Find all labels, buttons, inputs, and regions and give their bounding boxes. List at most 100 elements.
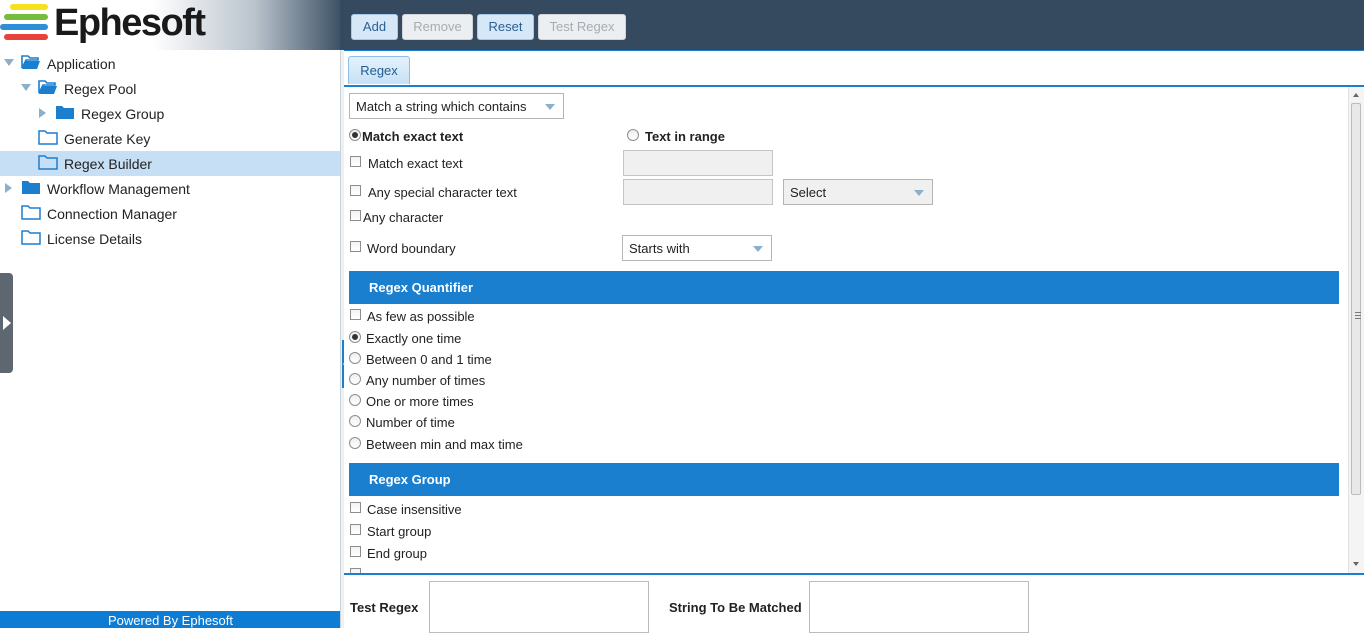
test-regex-input[interactable]: [429, 581, 649, 633]
logo-stripe-yellow-icon: [10, 4, 48, 10]
word-boundary-label: Word boundary: [367, 241, 456, 256]
word-boundary-select[interactable]: Starts with: [622, 235, 772, 261]
folder-outline-icon: [38, 155, 58, 170]
test-regex-button[interactable]: Test Regex: [538, 14, 626, 40]
test-regex-label: Test Regex: [350, 600, 419, 615]
tree-item-workflow-management[interactable]: Workflow Management: [0, 176, 340, 201]
word-boundary-select-value: Starts with: [629, 241, 690, 256]
tab-regex[interactable]: Regex: [348, 56, 410, 84]
quantifier-option-label: Exactly one time: [366, 331, 462, 346]
quantifier-radio[interactable]: [349, 352, 361, 364]
special-character-input[interactable]: [623, 179, 773, 205]
scroll-down-icon[interactable]: [1353, 562, 1359, 566]
mode-range-radio[interactable]: [627, 129, 639, 141]
special-character-select[interactable]: Select: [783, 179, 933, 205]
quantifier-option-label: Any number of times: [366, 373, 486, 388]
regex-builder-form: Match a string which contains Match exac…: [344, 87, 1364, 573]
group-option-label: End group: [367, 546, 427, 561]
end-group-checkbox[interactable]: [350, 546, 361, 557]
special-character-label: Any special character text: [368, 185, 517, 200]
quantifier-option-label: Between 0 and 1 time: [366, 352, 492, 367]
regex-quantifier-header: Regex Quantifier: [349, 271, 1339, 304]
match-exact-text-label: Match exact text: [368, 156, 463, 171]
collapse-arrow-icon[interactable]: [5, 183, 12, 193]
mode-range-label: Text in range: [645, 129, 725, 144]
tree-label: Connection Manager: [47, 206, 177, 222]
section-title: Regex Quantifier: [369, 280, 474, 295]
tree-label: License Details: [47, 231, 142, 247]
folder-open-icon: [38, 80, 57, 94]
mode-exact-radio[interactable]: [349, 129, 361, 141]
tree-item-connection-manager[interactable]: Connection Manager: [0, 201, 340, 226]
section-title: Regex Group: [369, 472, 451, 487]
quantifier-radio[interactable]: [349, 394, 361, 406]
quantifier-radio[interactable]: [349, 373, 361, 385]
folder-outline-icon: [38, 130, 58, 145]
tab-bar: Regex: [344, 51, 1364, 87]
folder-outline-icon: [21, 205, 41, 220]
few-as-possible-label: As few as possible: [367, 309, 475, 324]
test-regex-bar: Test Regex String To Be Matched: [344, 573, 1364, 633]
expand-side-panel-button[interactable]: [0, 273, 13, 373]
mode-exact-label: Match exact text: [362, 129, 464, 144]
tree-label: Regex Builder: [64, 156, 152, 172]
quantifier-radio[interactable]: [349, 331, 361, 343]
case-insensitive-checkbox[interactable]: [350, 502, 361, 513]
tree-item-regex-pool[interactable]: Regex Pool: [0, 76, 340, 101]
quantifier-option-label: One or more times: [366, 394, 474, 409]
special-character-checkbox[interactable]: [350, 185, 361, 196]
folder-icon: [56, 106, 74, 119]
group-option-label: Start group: [367, 524, 432, 539]
scrollbar-thumb[interactable]: [1351, 103, 1361, 495]
expand-arrow-icon[interactable]: [4, 59, 14, 66]
word-boundary-checkbox[interactable]: [350, 241, 361, 252]
tree-item-application[interactable]: Application: [0, 51, 340, 76]
logo: Ephesoft: [0, 0, 340, 50]
tree-label: Generate Key: [64, 131, 151, 147]
main-panel: Regex Match a string which contains Matc…: [344, 50, 1364, 633]
tree-label: Workflow Management: [47, 181, 190, 197]
expand-arrow-icon[interactable]: [21, 84, 31, 91]
chevron-down-icon: [914, 190, 924, 196]
string-to-match-input[interactable]: [809, 581, 1029, 633]
vertical-scrollbar[interactable]: [1348, 87, 1364, 573]
tree-label: Application: [47, 56, 116, 72]
tree-item-generate-key[interactable]: Generate Key: [0, 126, 340, 151]
string-to-match-label: String To Be Matched: [669, 600, 802, 615]
remove-button[interactable]: Remove: [402, 14, 473, 40]
chevron-down-icon: [545, 104, 555, 110]
quantifier-option-label: Number of time: [366, 415, 455, 430]
app-header: Ephesoft Add Remove Reset Test Regex: [0, 0, 1364, 50]
tree-item-regex-builder[interactable]: Regex Builder: [0, 151, 340, 176]
match-type-dropdown[interactable]: Match a string which contains: [349, 93, 564, 119]
exact-text-input[interactable]: [623, 150, 773, 176]
tree-item-license-details[interactable]: License Details: [0, 226, 340, 251]
special-character-select-value: Select: [790, 185, 827, 200]
quantifier-radio[interactable]: [349, 415, 361, 427]
chevron-down-icon: [753, 246, 763, 252]
folder-icon: [22, 181, 40, 194]
regex-group-header: Regex Group: [349, 463, 1339, 496]
scroll-up-icon[interactable]: [1353, 93, 1359, 97]
logo-text: Ephesoft: [54, 2, 206, 44]
collapse-arrow-icon[interactable]: [39, 108, 46, 118]
folder-open-icon: [21, 55, 40, 69]
logo-stripe-green-icon: [4, 14, 48, 20]
start-group-checkbox[interactable]: [350, 524, 361, 535]
tree-label: Regex Pool: [64, 81, 137, 97]
powered-by-footer: Powered By Ephesoft: [0, 611, 341, 628]
match-type-value: Match a string which contains: [356, 99, 527, 114]
few-as-possible-checkbox[interactable]: [350, 309, 361, 320]
grip-icon: [1355, 312, 1361, 319]
logo-stripe-red-icon: [4, 34, 48, 40]
add-button[interactable]: Add: [351, 14, 398, 40]
quantifier-radio[interactable]: [349, 437, 361, 449]
tree-item-regex-group[interactable]: Regex Group: [0, 101, 340, 126]
logo-stripe-blue-icon: [0, 24, 48, 30]
tree-label: Regex Group: [81, 106, 165, 122]
folder-outline-icon: [21, 230, 41, 245]
group-option-label: Case insensitive: [367, 502, 462, 517]
reset-button[interactable]: Reset: [477, 14, 534, 40]
match-exact-text-checkbox[interactable]: [350, 156, 361, 167]
any-character-checkbox[interactable]: [350, 210, 361, 221]
